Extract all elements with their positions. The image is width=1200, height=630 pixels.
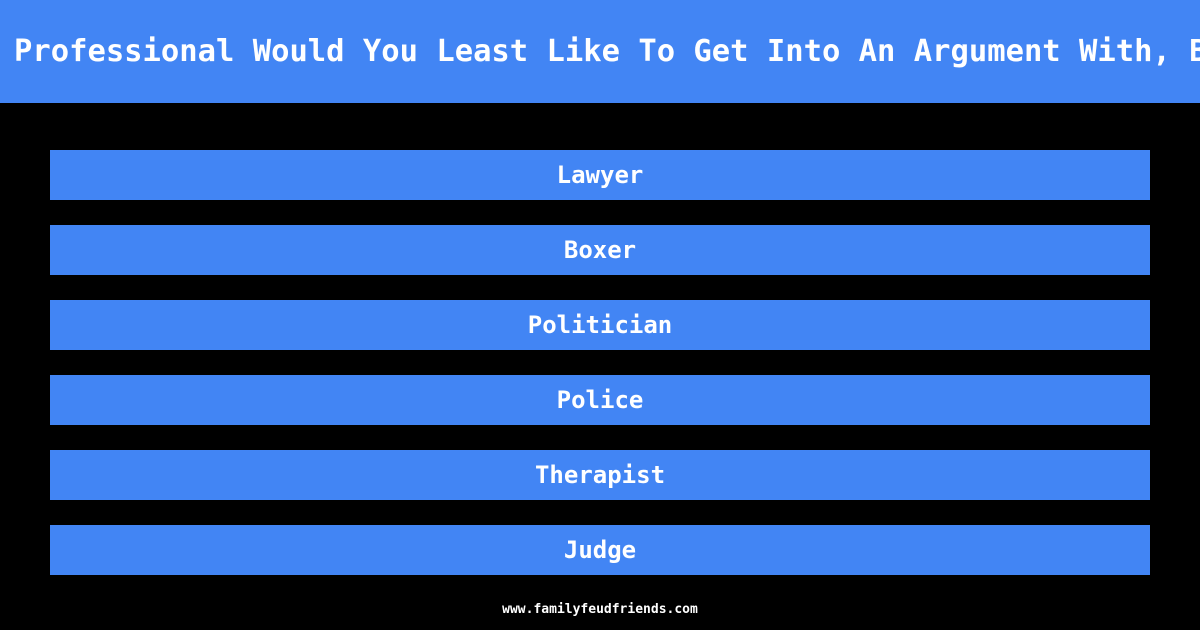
question-title: Professional Would You Least Like To Get… <box>14 34 1200 69</box>
answer-label: Politician <box>527 311 673 339</box>
answer-label: Therapist <box>534 461 666 489</box>
answer-row[interactable]: Politician <box>50 300 1150 350</box>
answer-row[interactable]: Boxer <box>50 225 1150 275</box>
answer-label: Boxer <box>563 236 637 264</box>
answer-row[interactable]: Police <box>50 375 1150 425</box>
answer-row[interactable]: Therapist <box>50 450 1150 500</box>
answer-label: Lawyer <box>556 161 644 189</box>
question-header-band: Professional Would You Least Like To Get… <box>0 0 1200 103</box>
answers-list: Lawyer Boxer Politician Police Therapist… <box>0 150 1200 600</box>
answer-label: Police <box>556 386 644 414</box>
footer: www.familyfeudfriends.com <box>0 598 1200 617</box>
answer-label: Judge <box>563 536 637 564</box>
answer-row[interactable]: Judge <box>50 525 1150 575</box>
answer-row[interactable]: Lawyer <box>50 150 1150 200</box>
site-url[interactable]: www.familyfeudfriends.com <box>502 602 698 617</box>
